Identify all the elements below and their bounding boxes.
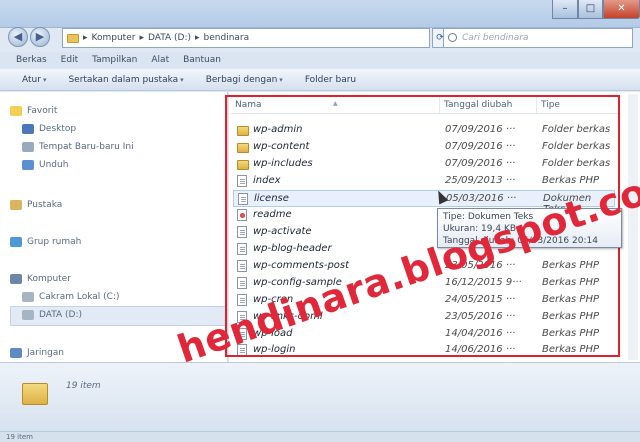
menu-edit[interactable]: Edit bbox=[61, 52, 78, 68]
computer-icon bbox=[10, 274, 22, 284]
nav-libraries[interactable]: Pustaka bbox=[10, 200, 62, 210]
nav-computer[interactable]: Komputer bbox=[10, 274, 71, 284]
folder-icon bbox=[67, 33, 79, 43]
folder-icon bbox=[22, 383, 48, 405]
back-button[interactable]: ◀ bbox=[8, 27, 28, 47]
nav-desktop[interactable]: Desktop bbox=[22, 124, 76, 134]
chevron-down-icon: ▾ bbox=[42, 75, 47, 84]
address-bar[interactable]: ▸ Komputer ▸ DATA (D:) ▸ bendinara bbox=[62, 28, 430, 48]
menu-help[interactable]: Bantuan bbox=[183, 52, 221, 68]
recent-places-icon bbox=[22, 142, 34, 152]
nav-homegroup[interactable]: Grup rumah bbox=[10, 237, 81, 247]
library-icon bbox=[10, 200, 22, 210]
status-count: 19 item bbox=[6, 433, 33, 441]
menu-bar: Berkas Edit Tampilkan Alat Bantuan bbox=[0, 52, 640, 68]
nav-favorites[interactable]: Favorit bbox=[10, 106, 57, 116]
breadcrumb-folder[interactable]: bendinara bbox=[204, 33, 250, 43]
close-button[interactable]: ✕ bbox=[603, 0, 640, 19]
forward-button[interactable]: ▶ bbox=[30, 27, 50, 47]
status-bar: 19 item bbox=[0, 431, 640, 442]
vertical-scrollbar[interactable] bbox=[628, 94, 638, 360]
details-pane: 19 item bbox=[0, 362, 640, 432]
star-icon bbox=[10, 106, 22, 116]
chevron-down-icon: ▾ bbox=[180, 75, 184, 84]
nav-recent[interactable]: Tempat Baru-baru Ini bbox=[22, 142, 134, 152]
breadcrumb-computer[interactable]: Komputer bbox=[92, 33, 136, 43]
drive-icon bbox=[22, 310, 34, 320]
nav-drive-d[interactable]: DATA (D:) bbox=[22, 310, 82, 320]
breadcrumb-sep: ▸ bbox=[83, 33, 88, 43]
search-input[interactable]: Cari bendinara bbox=[443, 28, 633, 48]
maximize-button[interactable]: □ bbox=[578, 0, 603, 19]
homegroup-icon bbox=[10, 237, 22, 247]
command-bar: Atur ▾ Sertakan dalam pustaka ▾ Berbagi de… bbox=[0, 69, 640, 91]
menu-view[interactable]: Tampilkan bbox=[92, 52, 137, 68]
desktop-icon bbox=[22, 124, 34, 134]
minimize-button[interactable]: – bbox=[552, 0, 578, 19]
organize-button[interactable]: Atur ▾ bbox=[22, 75, 46, 85]
menu-tools[interactable]: Alat bbox=[151, 52, 169, 68]
network-icon bbox=[10, 348, 22, 358]
chevron-down-icon: ▾ bbox=[279, 75, 283, 84]
include-in-library-button[interactable]: Sertakan dalam pustaka ▾ bbox=[68, 75, 183, 85]
search-placeholder: Cari bendinara bbox=[462, 33, 529, 43]
nav-downloads[interactable]: Unduh bbox=[22, 160, 68, 170]
nav-drive-c[interactable]: Cakram Lokal (C:) bbox=[22, 292, 120, 302]
breadcrumb-sep: ▸ bbox=[195, 33, 200, 43]
share-with-button[interactable]: Berbagi dengan ▾ bbox=[206, 75, 283, 85]
navigation-bar: ◀ ▶ ▸ Komputer ▸ DATA (D:) ▸ bendinara ⟳… bbox=[0, 22, 640, 50]
download-icon bbox=[22, 160, 34, 170]
drive-icon bbox=[22, 292, 34, 302]
breadcrumb-drive[interactable]: DATA (D:) bbox=[148, 33, 191, 43]
nav-network[interactable]: Jaringan bbox=[10, 348, 64, 358]
new-folder-button[interactable]: Folder baru bbox=[305, 75, 356, 85]
search-icon bbox=[448, 33, 457, 42]
breadcrumb-sep: ▸ bbox=[139, 33, 144, 43]
menu-file[interactable]: Berkas bbox=[16, 52, 47, 68]
item-count: 19 item bbox=[66, 381, 101, 391]
